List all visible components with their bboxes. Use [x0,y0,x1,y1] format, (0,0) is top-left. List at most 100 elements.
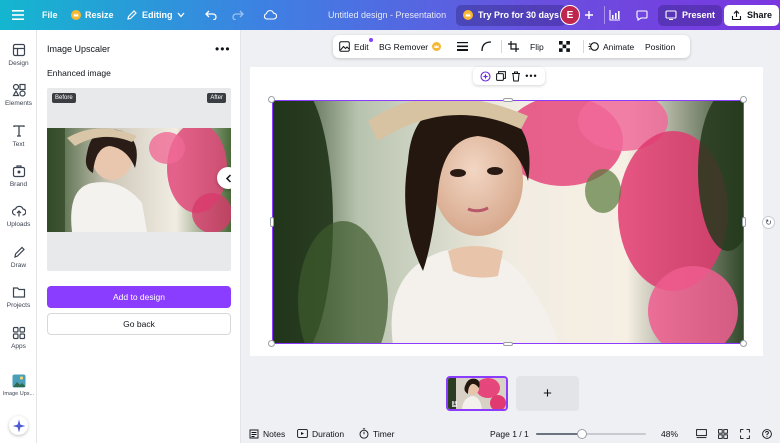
resize-handle-right[interactable] [742,217,746,227]
magic-edit-icon[interactable] [480,70,491,82]
flip-button[interactable]: Flip [530,35,544,58]
edit-image-icon [339,41,350,52]
chevron-down-icon [177,12,184,18]
account-avatar[interactable]: E [560,0,580,30]
duration-label: Duration [312,428,345,439]
editing-mode-dropdown[interactable]: Editing [126,0,185,30]
try-pro-button[interactable]: Try Pro for 30 days [456,0,567,30]
resize-handle-left[interactable] [270,217,274,227]
main-menu-button[interactable] [12,0,24,30]
duplicate-icon[interactable] [496,71,506,81]
fullscreen-button[interactable] [740,428,750,439]
transparency-button[interactable] [559,35,570,58]
bottom-bar: Notes Duration Timer Page 1 / 1 48% [241,424,780,443]
border-style-icon [457,42,468,51]
page-view-button[interactable] [696,428,707,439]
refresh-canvas-button[interactable]: ↻ [762,216,775,229]
image-upscaler-panel: Image Upscaler ••• Enhanced image Before… [37,30,241,443]
design-icon [12,43,25,57]
rail-item-design[interactable]: Design [0,43,37,67]
grid-view-button[interactable] [718,428,728,439]
rail-label-elements: Elements [4,100,33,107]
page-view-icon [696,428,707,438]
resize-handle-top[interactable] [503,98,513,102]
rail-item-image-upscaler[interactable]: Image Ups... [0,374,37,397]
zoom-slider-thumb[interactable] [577,429,588,439]
page-thumbnail[interactable]: 1 [446,376,508,411]
present-icon [665,10,677,20]
magic-button[interactable] [0,416,37,435]
topbar-divider [604,6,605,24]
add-to-design-button[interactable]: Add to design [47,286,231,308]
rail-item-apps[interactable]: Apps [0,326,37,350]
invite-button[interactable] [584,0,594,30]
zoom-slider[interactable] [536,429,646,439]
crop-button[interactable] [508,35,519,58]
bg-remover-label: BG Remover [379,41,429,52]
rail-label-text: Text [12,141,25,148]
resize-handle-bottom[interactable] [503,342,513,346]
rail-label-brand: Brand [9,181,28,188]
position-button[interactable]: Position [645,35,675,58]
trash-icon[interactable] [511,71,521,82]
resize-handle-bottom-left[interactable] [268,340,275,347]
resize-handle-top-right[interactable] [740,96,747,103]
document-title[interactable]: Untitled design - Presentation [328,0,446,30]
page-indicator-text: Page 1 / 1 [490,428,529,439]
rail-item-text[interactable]: Text [0,124,37,148]
timer-button[interactable]: Timer [359,428,394,439]
resize-handle-top-left[interactable] [268,96,275,103]
selected-image-element[interactable] [272,100,744,344]
bg-remover-button[interactable]: BG Remover [379,35,442,58]
help-button[interactable] [762,428,772,439]
rail-item-brand[interactable]: Brand [0,164,37,188]
cloud-save-status[interactable] [263,0,277,30]
before-after-compare[interactable]: Before After [47,88,231,271]
avatar: E [560,5,580,25]
page-number: 1 [452,401,458,407]
duration-button[interactable]: Duration [297,429,344,439]
editor-area: Edit BG Remover Flip Animate Position ••… [241,30,780,443]
edit-label: Edit [354,41,369,52]
present-button[interactable]: Present [658,0,723,30]
elements-icon [11,83,26,97]
border-style-button[interactable] [457,35,468,58]
undo-button[interactable] [205,0,217,30]
rail-item-elements[interactable]: Elements [0,83,37,107]
page-indicator[interactable]: Page 1 / 1 [490,429,529,439]
plus-icon [585,11,593,19]
context-toolbar: Edit BG Remover Flip Animate Position [333,35,690,58]
resize-button[interactable]: Resize [71,0,114,30]
corner-rounding-icon [481,41,492,52]
draw-icon [13,246,25,258]
animate-button[interactable]: Animate [588,35,634,58]
corner-rounding-button[interactable] [481,35,492,58]
file-menu-button[interactable]: File [42,0,58,30]
notes-icon [249,429,259,438]
insights-button[interactable] [609,0,621,30]
more-options-icon[interactable]: ••• [525,71,537,81]
notes-label: Notes [263,428,286,439]
rail-item-uploads[interactable]: Uploads [0,204,37,228]
resize-handle-bottom-right[interactable] [740,340,747,347]
bar-chart-icon [609,9,620,21]
edit-image-button[interactable]: Edit [339,35,373,58]
go-back-button[interactable]: Go back [47,313,231,335]
rail-item-draw[interactable]: Draw [0,245,37,269]
crown-icon [71,10,81,20]
zoom-level[interactable]: 48% [661,429,678,439]
redo-button[interactable] [232,0,244,30]
notes-button[interactable]: Notes [249,429,285,439]
panel-more-button[interactable]: ••• [215,42,231,56]
share-button[interactable]: Share [724,0,780,30]
rail-label-uploads: Uploads [6,221,31,228]
rail-item-projects[interactable]: Projects [0,285,37,309]
apps-icon [12,326,25,340]
cloud-check-icon [263,10,277,20]
resize-label: Resize [85,10,114,20]
position-label: Position [645,41,676,52]
uploads-icon [11,205,26,217]
add-page-button[interactable]: + [516,376,579,411]
comments-button[interactable] [636,0,648,30]
present-label: Present [682,10,716,20]
